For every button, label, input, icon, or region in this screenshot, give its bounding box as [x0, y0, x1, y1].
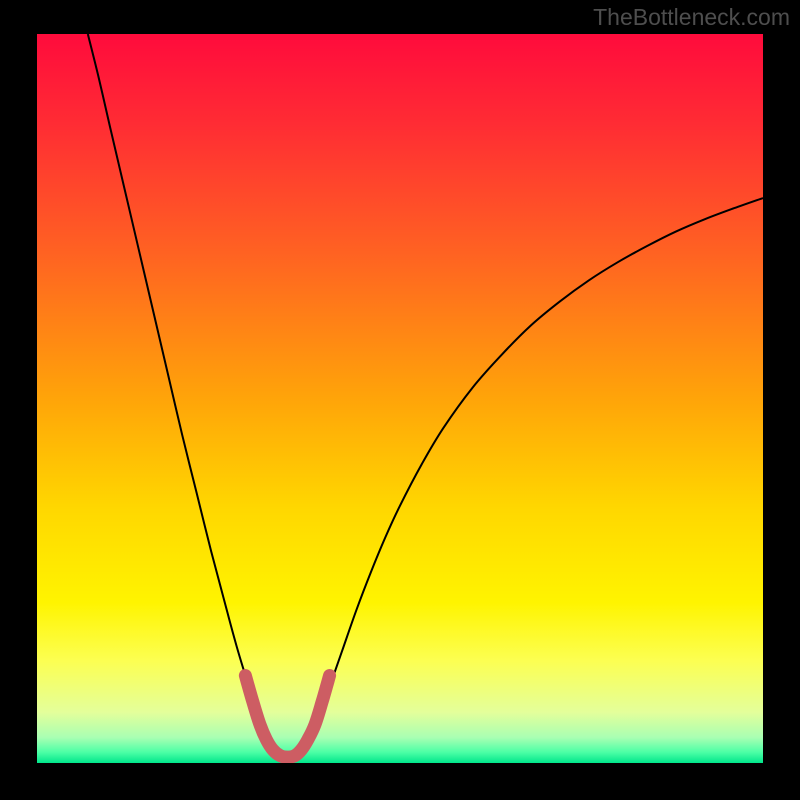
bottleneck-plot — [37, 34, 763, 763]
watermark-text: TheBottleneck.com — [593, 4, 790, 31]
gradient-background — [37, 34, 763, 763]
chart-frame: TheBottleneck.com — [0, 0, 800, 800]
plot-svg — [37, 34, 763, 763]
